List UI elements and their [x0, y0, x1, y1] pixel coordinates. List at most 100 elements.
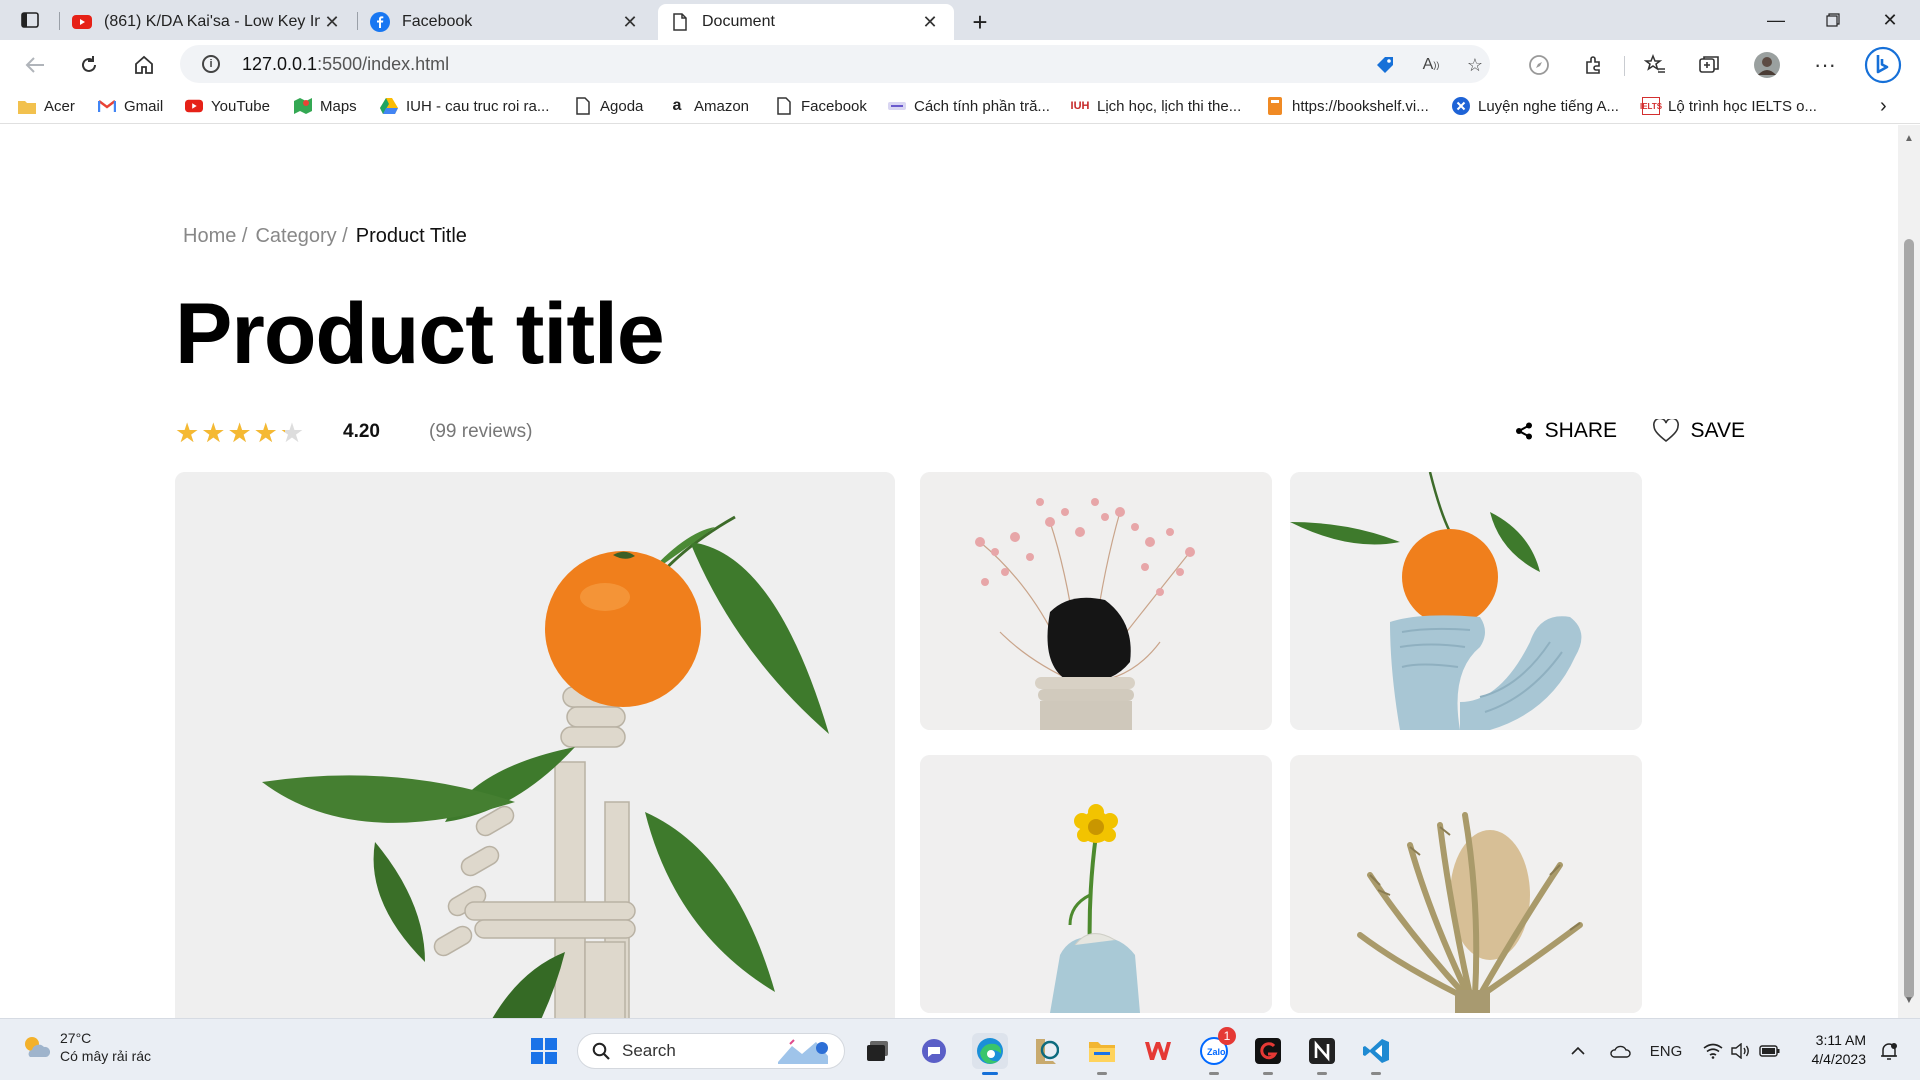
bookmark-percent[interactable]: Cách tính phần tră... — [888, 94, 1050, 118]
task-view-button[interactable] — [860, 1033, 896, 1069]
garena-button[interactable] — [1250, 1033, 1286, 1075]
bookmark-ielts[interactable]: IELTS Lộ trình học IELTS o... — [1640, 94, 1817, 118]
language-label: ENG — [1649, 1042, 1683, 1060]
bookmark-iuh-drive[interactable]: IUH - cau truc roi ra... — [380, 94, 549, 118]
rating-row: ★★★★★★★★★★ 4.20 (99 reviews) SHARE SAVE — [175, 413, 1745, 457]
league-icon — [1036, 1039, 1059, 1064]
bookmark-youtube[interactable]: YouTube — [185, 94, 270, 118]
maps-icon — [294, 97, 312, 115]
url-text[interactable]: 127.0.0.1:5500/index.html — [242, 54, 449, 75]
minimize-button[interactable]: — — [1749, 0, 1803, 40]
cloud-icon — [1610, 1045, 1631, 1058]
close-window-button[interactable]: ✕ — [1863, 0, 1917, 40]
product-main-image[interactable] — [175, 472, 895, 1018]
new-tab-button[interactable]: + — [964, 6, 996, 38]
show-hidden-icons-button[interactable] — [1566, 1033, 1590, 1069]
favorites-icon[interactable] — [1640, 50, 1670, 80]
bookmark-label: Acer — [44, 97, 75, 115]
product-thumbnail-4[interactable] — [1290, 755, 1642, 1013]
notification-center-button[interactable] — [1874, 1033, 1904, 1069]
bookmark-listening[interactable]: Luyện nghe tiếng A... — [1452, 94, 1619, 118]
close-tab-icon[interactable]: ✕ — [320, 10, 344, 34]
vscode-button[interactable] — [1358, 1033, 1394, 1075]
url-host: 127.0.0.1 — [242, 54, 318, 74]
review-count[interactable]: (99 reviews) — [429, 421, 532, 443]
bookmark-iuh-schedule[interactable]: IUH Lịch học, lịch thi the... — [1071, 94, 1242, 118]
clock-time: 3:11 AM — [1815, 1032, 1866, 1048]
tab-facebook[interactable]: Facebook ✕ — [358, 4, 654, 40]
product-thumbnail-1[interactable] — [920, 472, 1272, 730]
bookmark-gmail[interactable]: Gmail — [98, 94, 163, 118]
restore-button[interactable] — [1806, 0, 1860, 40]
add-favorite-icon[interactable]: ☆ — [1462, 53, 1488, 77]
notion-button[interactable] — [1304, 1033, 1340, 1075]
weather-widget[interactable]: 27°C Có mây rải rác — [20, 1029, 151, 1065]
taskbar-search[interactable]: Search — [577, 1033, 845, 1069]
zalo-button[interactable]: Zalo 1 — [1196, 1027, 1236, 1075]
volume-icon[interactable] — [1728, 1033, 1754, 1069]
document-icon — [574, 97, 592, 115]
battery-icon[interactable] — [1756, 1033, 1784, 1069]
wps-office-button[interactable] — [1140, 1033, 1176, 1069]
bookmark-maps[interactable]: Maps — [294, 94, 357, 118]
file-explorer-button[interactable] — [1084, 1033, 1120, 1075]
bookmark-amazon[interactable]: a Amazon — [668, 94, 749, 118]
bookmark-label: YouTube — [211, 97, 270, 115]
notion-icon — [1309, 1038, 1335, 1064]
language-indicator[interactable]: ENG — [1648, 1033, 1684, 1069]
address-bar[interactable]: i 127.0.0.1:5500/index.html A)) ☆ — [180, 45, 1490, 83]
league-app-button[interactable] — [1028, 1033, 1064, 1069]
bookmark-agoda[interactable]: Agoda — [574, 94, 643, 118]
amazon-icon: a — [672, 97, 682, 114]
close-tab-icon[interactable]: ✕ — [618, 10, 642, 34]
bookmark-bookshelf[interactable]: https://bookshelf.vi... — [1266, 94, 1429, 118]
bookmark-acer[interactable]: Acer — [18, 94, 75, 118]
site-info-icon[interactable]: i — [202, 55, 220, 73]
scroll-down-icon[interactable]: ▼ — [1903, 995, 1915, 1007]
close-tab-icon[interactable]: ✕ — [918, 10, 942, 34]
bing-copilot-icon[interactable] — [1864, 46, 1902, 84]
onedrive-button[interactable] — [1606, 1033, 1634, 1069]
bookmark-facebook[interactable]: Facebook — [775, 94, 867, 118]
breadcrumb-category[interactable]: Category / — [255, 225, 347, 248]
system-clock[interactable]: 3:11 AM 4/4/2023 — [1800, 1031, 1867, 1069]
bookmark-label: Cách tính phần tră... — [914, 97, 1050, 115]
wifi-icon[interactable] — [1700, 1033, 1726, 1069]
reload-button[interactable] — [72, 48, 106, 82]
edge-button[interactable] — [972, 1033, 1008, 1075]
shopping-tag-icon[interactable] — [1372, 53, 1398, 77]
back-button[interactable] — [18, 48, 52, 82]
share-button[interactable]: SHARE — [1515, 419, 1617, 443]
folder-icon — [18, 97, 36, 115]
product-thumbnail-3[interactable] — [920, 755, 1272, 1013]
read-aloud-icon[interactable]: A)) — [1418, 53, 1444, 77]
svg-text:Zalo: Zalo — [1207, 1047, 1226, 1057]
bookmarks-more-button[interactable]: › — [1880, 94, 1887, 118]
bookmarks-bar: Acer Gmail YouTube Maps IUH - cau truc r… — [0, 88, 1920, 124]
bookmark-label: Gmail — [124, 97, 164, 115]
page-scrollbar[interactable]: ▲ ▼ — [1898, 125, 1920, 1018]
collections-icon[interactable] — [1694, 50, 1724, 80]
tab-actions-button[interactable] — [14, 8, 46, 32]
tab-title: (861) K/DA Kai'sa - Low Key In Lo — [104, 13, 320, 30]
minimize-icon: — — [1767, 9, 1785, 30]
breadcrumb-home[interactable]: Home / — [183, 225, 247, 248]
back-arrow-icon — [25, 57, 44, 73]
extensions-icon[interactable] — [1578, 50, 1608, 80]
browser-toolbar: i 127.0.0.1:5500/index.html A)) ☆ ··· — [0, 40, 1920, 88]
compass-extension-icon[interactable] — [1524, 50, 1554, 80]
scroll-thumb[interactable] — [1904, 239, 1914, 999]
tab-document[interactable]: Document ✕ — [658, 4, 954, 40]
profile-avatar[interactable] — [1752, 50, 1782, 80]
start-button[interactable] — [526, 1033, 562, 1069]
windows-taskbar: 27°C Có mây rải rác Search Zalo 1 ENG 3:… — [0, 1018, 1920, 1080]
save-button[interactable]: SAVE — [1652, 419, 1745, 443]
product-thumbnail-2[interactable] — [1290, 472, 1642, 730]
home-button[interactable] — [127, 48, 161, 82]
teams-chat-button[interactable] — [916, 1033, 952, 1069]
bookmark-label: Maps — [320, 97, 357, 115]
scroll-up-icon[interactable]: ▲ — [1903, 133, 1915, 145]
tab-youtube[interactable]: (861) K/DA Kai'sa - Low Key In Lo ✕ — [60, 4, 356, 40]
windows-logo-icon — [531, 1038, 557, 1064]
settings-more-icon[interactable]: ··· — [1810, 50, 1840, 80]
